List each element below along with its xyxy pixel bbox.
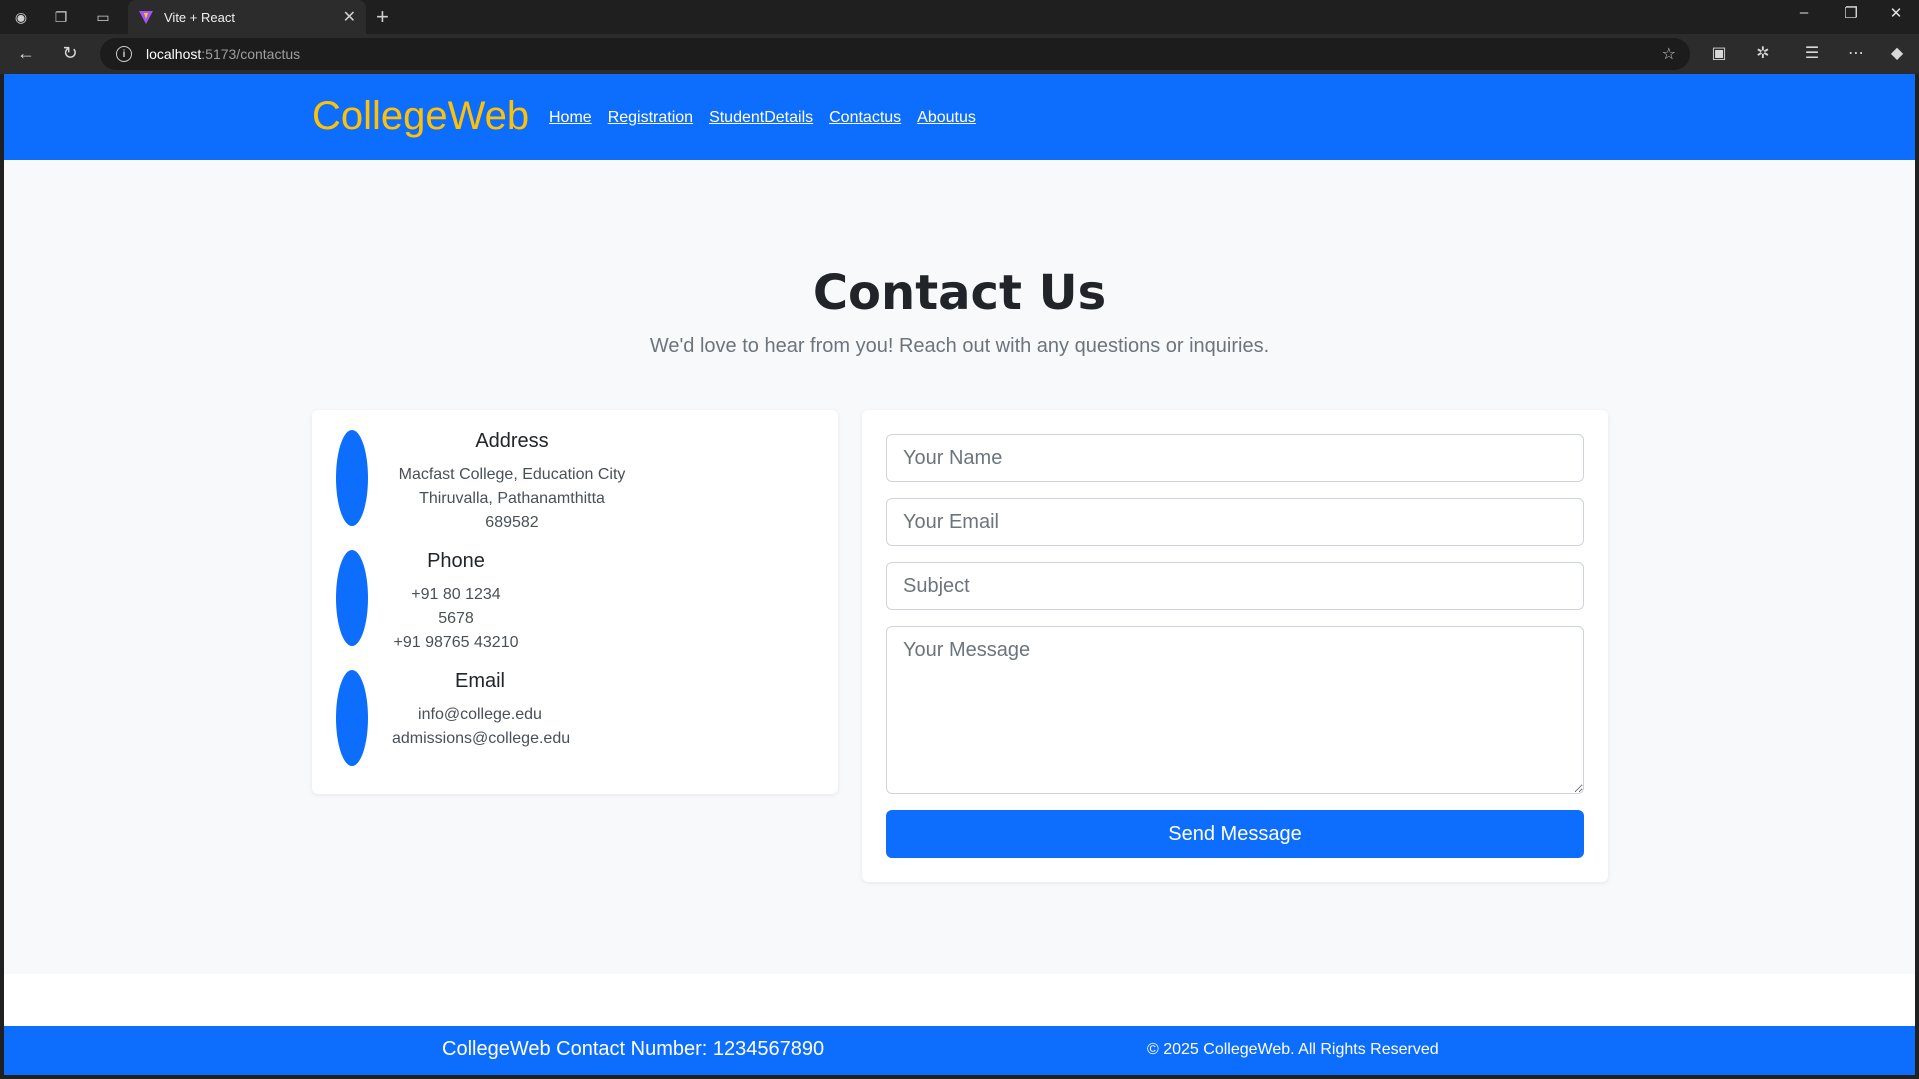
- footer: CollegeWeb Contact Number: 1234567890 © …: [4, 1026, 1915, 1075]
- copilot-icon[interactable]: ◆: [1885, 43, 1909, 63]
- email-line-1: info@college.edu: [418, 706, 542, 723]
- footer-contact: CollegeWeb Contact Number: 1234567890: [442, 1038, 825, 1060]
- extensions-icon[interactable]: ✲: [1751, 43, 1775, 63]
- workspaces-icon[interactable]: ❐: [50, 6, 72, 28]
- nav-links: Home Registration StudentDetails Contact…: [549, 109, 976, 127]
- phone-text: Phone +91 80 1234 5678 +91 98765 43210: [392, 550, 520, 655]
- url-path: :5173/contactus: [201, 46, 301, 62]
- page-bottom-band: [4, 974, 1915, 1026]
- navbar: CollegeWeb Home Registration StudentDeta…: [4, 74, 1915, 160]
- page-title: Contact Us: [812, 265, 1107, 321]
- favorite-star-icon[interactable]: ☆: [1662, 44, 1676, 64]
- footer-copyright: © 2025 CollegeWeb. All Rights Reserved: [1147, 1041, 1439, 1058]
- reader-icon[interactable]: ▣: [1707, 43, 1731, 63]
- browser-toolbar: ← ↻ i localhost :5173/contactus ☆ ▣ ✲ ☰ …: [0, 34, 1919, 74]
- phone-line-2: +91 98765 43210: [393, 634, 519, 651]
- more-icon[interactable]: ⋯: [1844, 43, 1868, 63]
- email-text: Email info@college.edu admissions@colleg…: [392, 670, 571, 751]
- contact-form: Send Message: [862, 410, 1608, 882]
- profile-icon[interactable]: ◉: [10, 6, 32, 28]
- phone-icon: [336, 550, 368, 646]
- minimize-icon[interactable]: –: [1784, 4, 1824, 21]
- close-tab-icon[interactable]: ✕: [343, 7, 356, 27]
- browser-tab[interactable]: Vite + React ✕: [128, 0, 366, 34]
- contact-info-card: Address Macfast College, Education City …: [312, 410, 838, 794]
- browser-tab-bar: ◉ ❐ ▭ Vite + React ✕ + – ❐ ✕: [0, 0, 1919, 34]
- address-text: Address Macfast College, Education City …: [392, 430, 632, 535]
- subject-input[interactable]: [886, 562, 1584, 610]
- phone-title: Phone: [427, 550, 485, 572]
- site-info-icon[interactable]: i: [116, 46, 132, 62]
- page-subtitle: We'd love to hear from you! Reach out wi…: [649, 335, 1270, 357]
- nav-link-contactus[interactable]: Contactus: [829, 109, 901, 127]
- contact-phone: Phone +91 80 1234 5678 +91 98765 43210: [336, 550, 816, 651]
- url-host: localhost: [146, 46, 202, 62]
- vite-icon: [139, 11, 153, 24]
- email-title: Email: [454, 670, 505, 692]
- location-icon: [336, 430, 368, 526]
- nav-link-registration[interactable]: Registration: [608, 109, 693, 127]
- nav-link-aboutus[interactable]: Aboutus: [917, 109, 976, 127]
- tab-title: Vite + React: [164, 9, 235, 25]
- nav-link-home[interactable]: Home: [549, 109, 592, 127]
- brand-logo[interactable]: CollegeWeb: [312, 94, 529, 139]
- name-input[interactable]: [886, 434, 1584, 482]
- restore-icon[interactable]: ❐: [1831, 4, 1871, 22]
- email-line-2: admissions@college.edu: [392, 730, 571, 747]
- tab-actions-icon[interactable]: ▭: [92, 6, 114, 28]
- address-line-1: Macfast College, Education City: [398, 466, 626, 483]
- email-icon: [336, 670, 368, 766]
- new-tab-icon[interactable]: +: [376, 4, 389, 30]
- contact-email: Email info@college.edu admissions@colleg…: [336, 670, 816, 766]
- nav-link-studentdetails[interactable]: StudentDetails: [709, 109, 813, 127]
- address-line-2: Thiruvalla, Pathanamthitta 689582: [419, 490, 605, 531]
- email-input[interactable]: [886, 498, 1584, 546]
- address-title: Address: [475, 430, 549, 452]
- page-viewport: CollegeWeb Home Registration StudentDeta…: [4, 74, 1915, 1075]
- phone-line-1: +91 80 1234 5678: [411, 586, 501, 627]
- contact-address: Address Macfast College, Education City …: [336, 430, 816, 531]
- window-close-icon[interactable]: ✕: [1876, 4, 1916, 22]
- message-textarea[interactable]: [886, 626, 1584, 794]
- favorites-icon[interactable]: ☰: [1800, 43, 1824, 63]
- send-message-button[interactable]: Send Message: [886, 810, 1584, 858]
- address-bar[interactable]: i localhost :5173/contactus ☆: [100, 38, 1690, 70]
- refresh-icon[interactable]: ↻: [58, 43, 82, 64]
- back-icon[interactable]: ←: [14, 43, 38, 64]
